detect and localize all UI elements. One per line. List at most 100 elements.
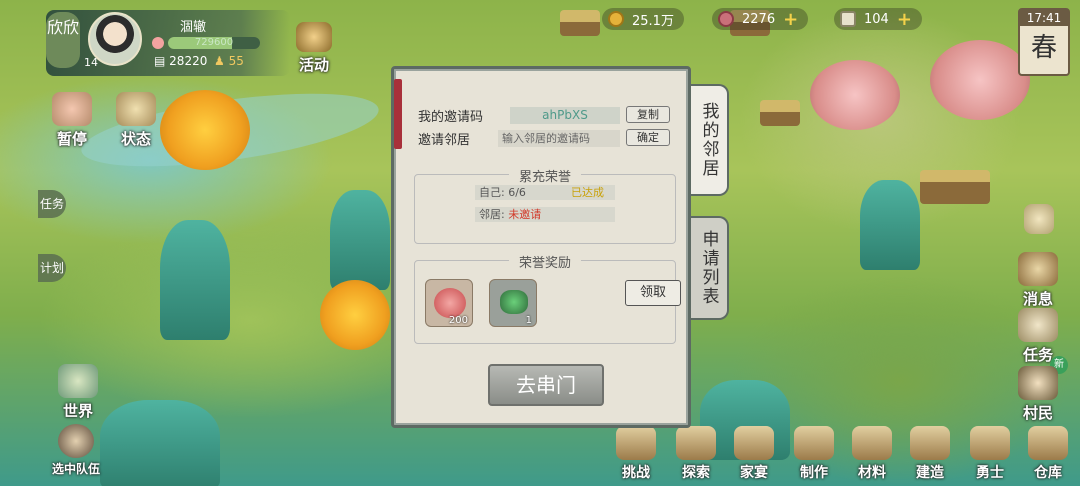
ticket-resource[interactable]: 104 + (834, 8, 922, 30)
pause-icon (52, 92, 92, 126)
warrior-icon (970, 426, 1010, 460)
population-stat: ♟ 55 (214, 54, 244, 68)
team-label: 选中队伍 (52, 462, 101, 476)
explore-icon (676, 426, 716, 460)
confirm-button[interactable]: 确定 (626, 129, 670, 146)
chest-icon: ▤ (154, 54, 166, 68)
material-icon (852, 426, 892, 460)
jade-reward-icon (500, 290, 528, 314)
meat-icon (718, 11, 734, 27)
tab-request-list[interactable]: 申请列表 (691, 216, 729, 320)
status-label: 状态 (120, 130, 151, 148)
team-avatar-icon (58, 424, 94, 458)
clock-time: 17:41 (1020, 10, 1068, 26)
team-button[interactable]: 选中队伍 (52, 424, 100, 477)
population-value: 55 (228, 54, 244, 68)
reward2-count: 1 (525, 315, 532, 326)
visit-neighbor-button[interactable]: 去串门 (488, 364, 604, 406)
bottom-explore-label: 探索 (682, 465, 710, 481)
pause-button[interactable]: 暂停 (52, 92, 92, 149)
message-button[interactable]: 消息 (1018, 252, 1058, 309)
plan-side-tab[interactable]: 计划 (38, 254, 66, 282)
bottom-warrior-button[interactable]: 勇士 (964, 426, 1016, 482)
warehouse-icon (1028, 426, 1068, 460)
bottom-bar: 挑战 探索 家宴 制作 材料 建造 勇士 仓库 (600, 426, 1080, 486)
challenge-icon (616, 426, 656, 460)
player-name: 涸辙 (180, 20, 207, 35)
honor-title: 累充荣誉 (508, 166, 582, 185)
neighbor-status: 未邀请 (508, 208, 542, 221)
self-progress: 自己: 6/6 已达成 (475, 185, 615, 200)
activity-icon (296, 22, 332, 52)
bottom-warrior-label: 勇士 (976, 465, 1004, 481)
claim-button[interactable]: 领取 (625, 280, 681, 306)
villager-label: 村民 (1022, 404, 1053, 422)
activity-button[interactable]: 活动 (296, 22, 332, 75)
world-button[interactable]: 世界 (58, 364, 98, 421)
activity-label: 活动 (298, 56, 329, 74)
status-button[interactable]: 状态 (116, 92, 156, 149)
banquet-icon (734, 426, 774, 460)
task-side-tab[interactable]: 任务 (38, 190, 66, 218)
self-status: 已达成 (571, 186, 604, 199)
neighbor-progress: 邻居: 未邀请 (475, 207, 615, 222)
right-task-label: 任务 (1022, 346, 1053, 364)
copper-resource[interactable]: 25.1万 (602, 8, 684, 30)
villager-button[interactable]: 村民 (1018, 366, 1058, 423)
ticket-icon (840, 11, 856, 27)
copper-value: 25.1万 (632, 13, 674, 29)
bottom-banquet-button[interactable]: 家宴 (728, 426, 780, 482)
craft-icon (794, 426, 834, 460)
build-icon (910, 426, 950, 460)
person-icon: ♟ (214, 54, 225, 68)
tab-my-neighbors[interactable]: 我的邻居 (691, 84, 729, 196)
self-progress-text: 自己: 6/6 (479, 186, 526, 199)
bottom-explore-button[interactable]: 探索 (670, 426, 722, 482)
player-short-name[interactable]: 欣欣 (46, 12, 80, 68)
message-icon (1018, 252, 1058, 286)
meat-reward-icon (434, 288, 466, 318)
bottom-challenge-button[interactable]: 挑战 (610, 426, 662, 482)
reward-item-1[interactable]: 200 (425, 279, 473, 327)
status-icon (116, 92, 156, 126)
world-label: 世界 (62, 402, 93, 420)
ribbon-decoration (394, 79, 402, 149)
player-hp-bar: 729600 (168, 37, 260, 49)
invite-neighbor-dialog: 我的邀请码 ahPbXS 复制 邀请邻居 输入邻居的邀请码 确定 累充荣誉 自己… (391, 66, 691, 428)
right-task-button[interactable]: 任务 (1018, 308, 1058, 365)
bottom-material-label: 材料 (858, 465, 886, 481)
meat-value: 2276 (742, 11, 776, 27)
hp-text: 729600 (194, 37, 234, 48)
copper-coin-icon (608, 11, 624, 27)
scroll-task-icon (1018, 308, 1058, 342)
bottom-warehouse-button[interactable]: 仓库 (1022, 426, 1074, 482)
villager-icon (1018, 366, 1058, 400)
invite-label: 邀请邻居 (418, 132, 471, 148)
player-level: 14 (84, 56, 98, 69)
world-icon (58, 364, 98, 398)
coins-stat: ▤ 28220 (154, 54, 207, 68)
bottom-banquet-label: 家宴 (740, 465, 768, 481)
ticket-plus-button[interactable]: + (897, 9, 912, 30)
my-code-label: 我的邀请码 (418, 109, 484, 125)
bottom-craft-button[interactable]: 制作 (788, 426, 840, 482)
peach-icon (152, 37, 164, 49)
meat-resource[interactable]: 2276 + (712, 8, 809, 30)
meat-plus-button[interactable]: + (783, 9, 798, 30)
flower-menu-icon (1024, 204, 1054, 234)
bottom-build-label: 建造 (916, 465, 944, 481)
season-clock[interactable]: 17:41 春 (1018, 8, 1070, 76)
reward-item-2[interactable]: 1 (489, 279, 537, 327)
clock-season: 春 (1030, 33, 1057, 63)
reward1-count: 200 (448, 315, 468, 326)
menu-button[interactable] (1024, 204, 1054, 236)
copy-button[interactable]: 复制 (626, 106, 670, 123)
message-label: 消息 (1022, 290, 1053, 308)
reward-title: 荣誉奖励 (508, 252, 582, 271)
bottom-build-button[interactable]: 建造 (904, 426, 956, 482)
bottom-warehouse-label: 仓库 (1034, 465, 1062, 481)
neighbor-progress-text: 邻居: (479, 208, 509, 221)
honor-section: 累充荣誉 自己: 6/6 已达成 邻居: 未邀请 (414, 166, 676, 244)
invite-code-input[interactable]: 输入邻居的邀请码 (498, 130, 620, 147)
bottom-material-button[interactable]: 材料 (846, 426, 898, 482)
